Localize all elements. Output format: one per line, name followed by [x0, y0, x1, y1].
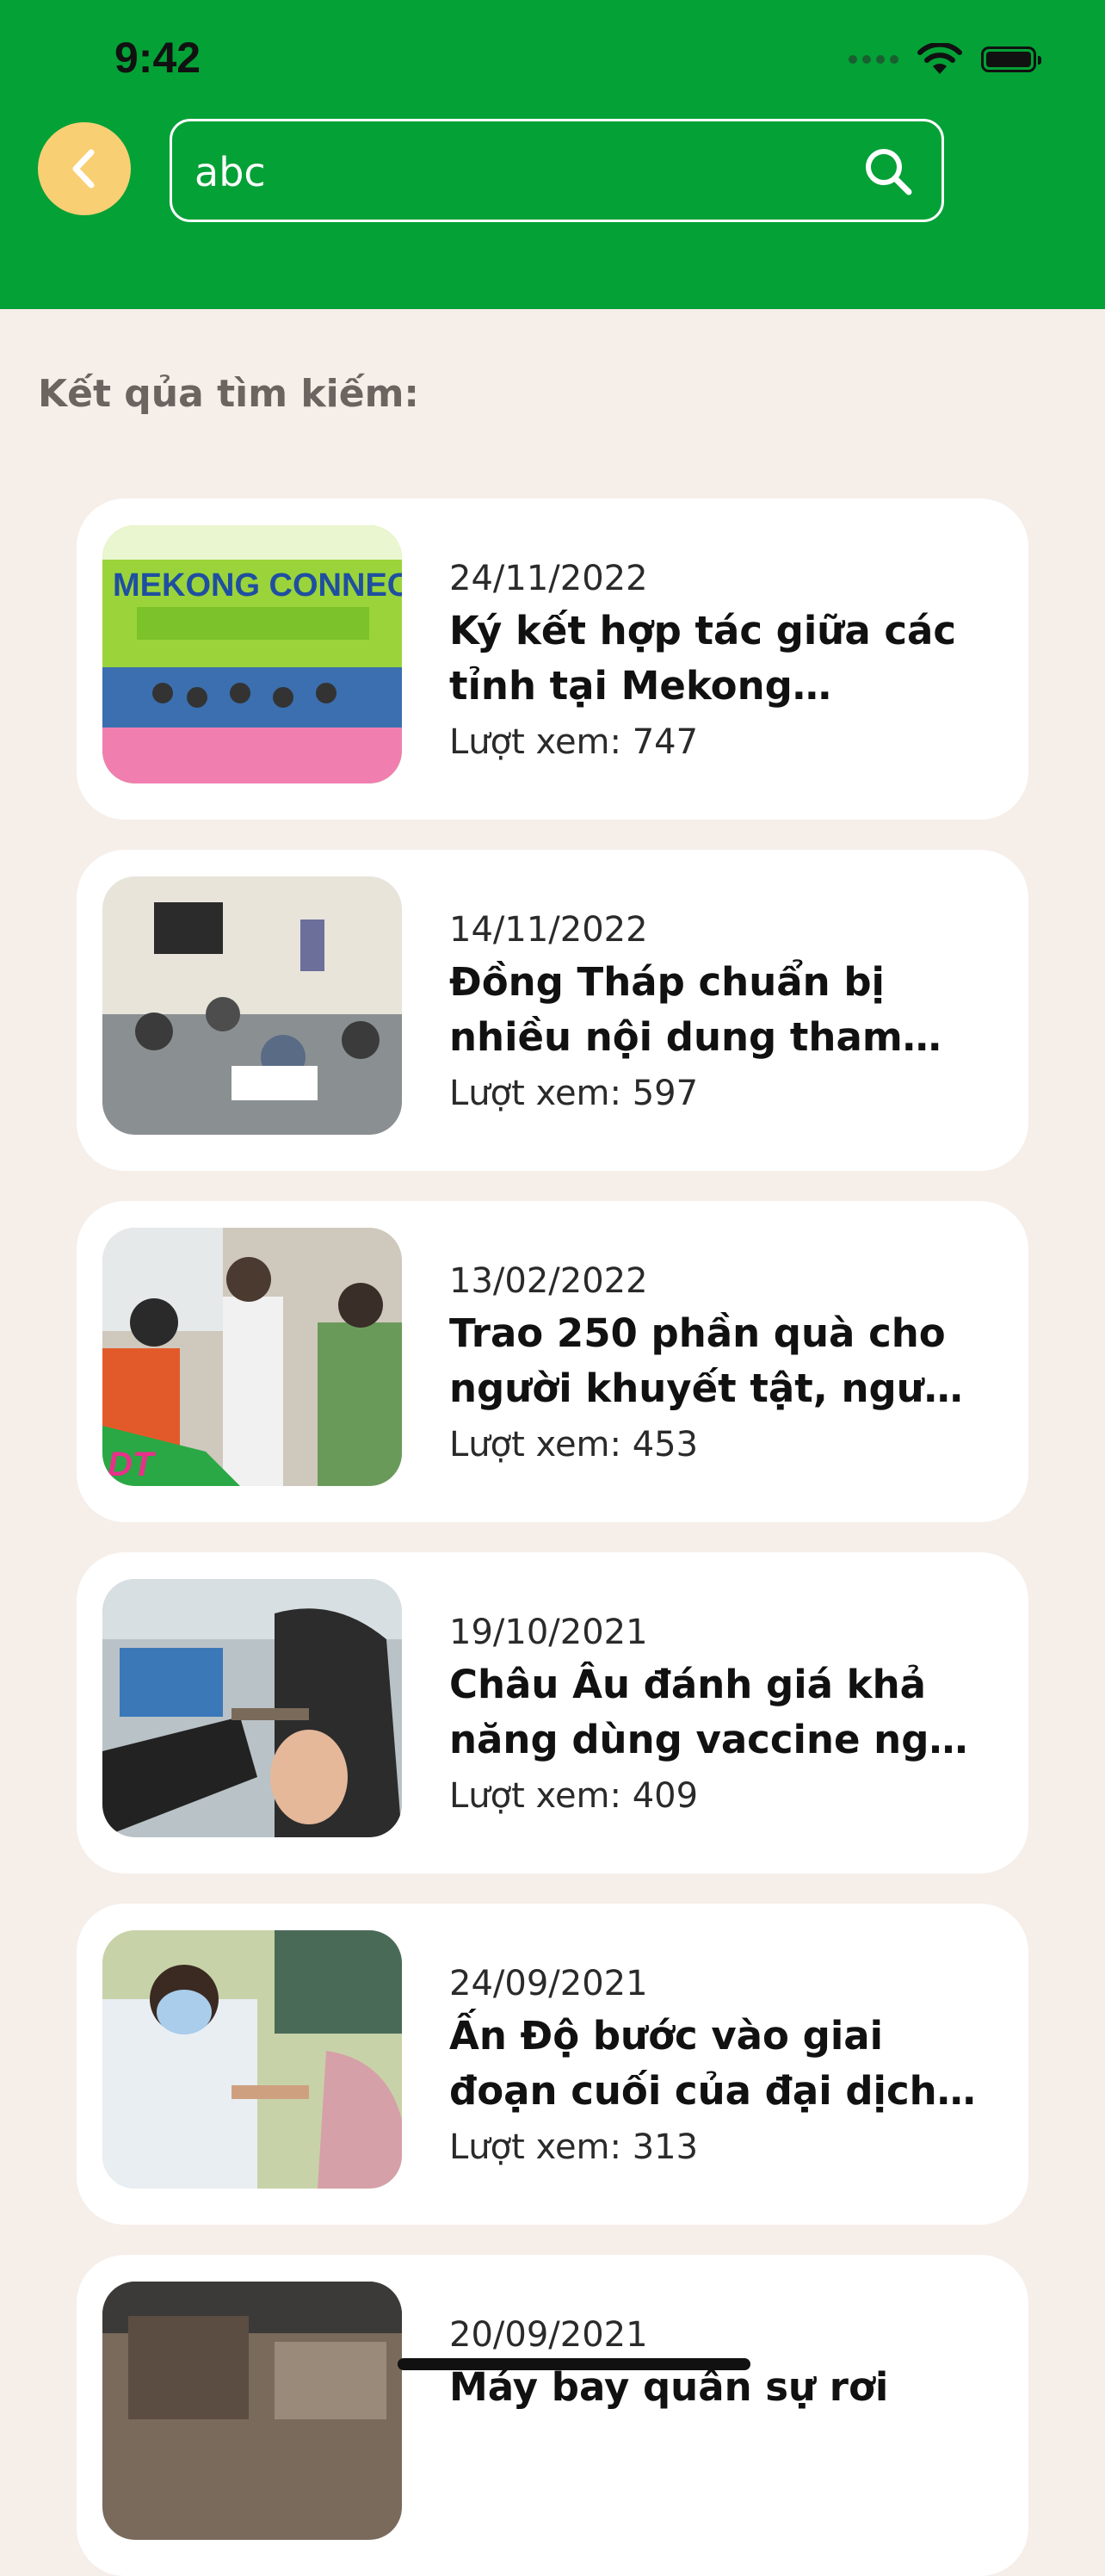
- cellular-signal-icon: [849, 55, 898, 64]
- status-indicators: [849, 43, 1041, 76]
- chevron-left-icon: [72, 149, 95, 189]
- result-thumbnail: MEKONG CONNECT 2: [102, 525, 402, 783]
- result-title: Ký kết hợp tác giữa các tỉnh tại Mekong …: [449, 608, 957, 709]
- result-date: 24/09/2021: [449, 1964, 648, 2003]
- wifi-icon: [917, 43, 962, 74]
- result-views: Lượt xem: 453: [449, 1425, 699, 1464]
- result-card[interactable]: 20/09/2021 Máy bay quân sự rơi: [77, 2255, 1028, 2576]
- result-date: 13/02/2022: [449, 1261, 648, 1301]
- result-card[interactable]: 14/11/2022 Đồng Tháp chuẩn bị nhiều nội …: [77, 850, 1028, 1171]
- result-title: Đồng Tháp chuẩn bị nhiều nội dung tham g…: [449, 959, 903, 1060]
- battery-icon: [981, 46, 1041, 72]
- result-thumbnail: DT: [102, 1228, 402, 1486]
- result-thumbnail: [102, 1930, 402, 2189]
- result-card[interactable]: 19/10/2021 Châu Âu đánh giá khả năng dùn…: [77, 1552, 1028, 1873]
- result-thumbnail: [102, 2282, 402, 2540]
- result-views: Lượt xem: 313: [449, 2127, 699, 2167]
- header: 9:42: [0, 0, 1105, 309]
- status-time: 9:42: [114, 34, 201, 82]
- result-thumbnail: [102, 1579, 402, 1837]
- result-date: 20/09/2021: [449, 2315, 648, 2355]
- result-card[interactable]: MEKONG CONNECT 2 24/11/2022 Ký kết hợp t…: [77, 498, 1028, 820]
- result-title: Trao 250 phần quà cho người khuyết tật, …: [449, 1310, 965, 1411]
- result-views: Lượt xem: 747: [449, 722, 699, 762]
- svg-text:DT: DT: [108, 1446, 157, 1483]
- result-card[interactable]: 24/09/2021 Ấn Độ bước vào giai đoạn cuối…: [77, 1904, 1028, 2225]
- result-date: 19/10/2021: [449, 1613, 648, 1652]
- search-bar: [170, 119, 944, 222]
- search-input[interactable]: [193, 147, 850, 197]
- search-icon[interactable]: [861, 144, 916, 199]
- result-date: 24/11/2022: [449, 559, 648, 598]
- result-views: Lượt xem: 409: [449, 1776, 699, 1816]
- result-date: 14/11/2022: [449, 910, 648, 950]
- svg-text:MEKONG CONNECT 2: MEKONG CONNECT 2: [113, 567, 402, 604]
- result-thumbnail: [102, 876, 402, 1135]
- result-title: Ấn Độ bước vào giai đoạn cuối của đại dị…: [449, 2013, 952, 2114]
- results-label: Kết qủa tìm kiếm:: [38, 372, 420, 416]
- result-views: Lượt xem: 597: [449, 1074, 699, 1113]
- result-title: Châu Âu đánh giá khả năng dùng vaccine n…: [449, 1662, 983, 1762]
- home-indicator[interactable]: [398, 2358, 750, 2370]
- result-card[interactable]: DT 13/02/2022 Trao 250 phần quà cho ngườ…: [77, 1201, 1028, 1522]
- back-button[interactable]: [38, 122, 131, 215]
